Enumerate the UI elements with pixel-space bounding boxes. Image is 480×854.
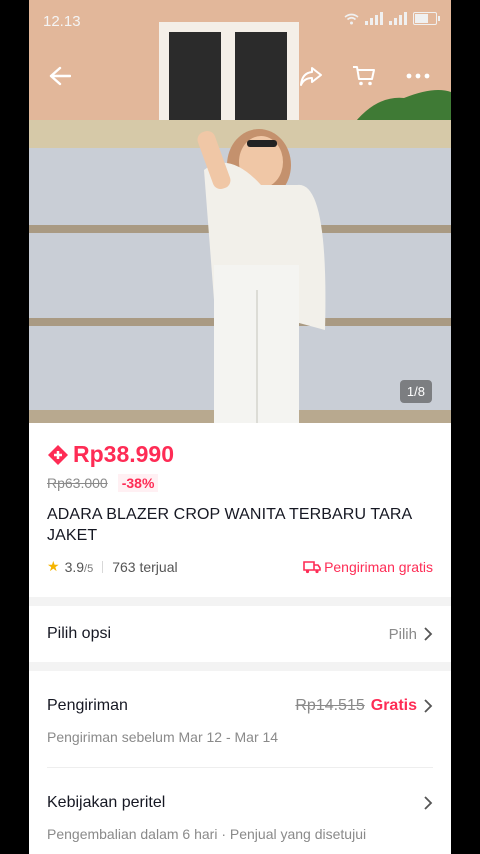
- more-icon: [406, 73, 430, 79]
- wifi-icon: [344, 13, 359, 24]
- back-button[interactable]: [40, 56, 80, 96]
- share-button[interactable]: [291, 56, 331, 96]
- free-shipping-label: Pengiriman gratis: [324, 558, 433, 575]
- shipping-estimate: Pengiriman sebelum Mar 12 - Mar 14: [47, 729, 433, 768]
- signal-icon-2: [389, 12, 407, 25]
- chevron-right-icon: [424, 796, 433, 810]
- section-gap: [29, 597, 451, 606]
- options-label: Pilih opsi: [47, 625, 112, 642]
- discount-badge: -38%: [117, 474, 159, 492]
- price-section: Rp38.990 Rp63.000 -38% ADARA BLAZER CROP…: [29, 423, 451, 597]
- policy-label: Kebijakan peritel: [47, 794, 166, 811]
- back-arrow-icon: [49, 66, 71, 86]
- flash-sale-icon: [48, 444, 68, 465]
- sold-count: 763 terjual: [112, 558, 178, 575]
- product-rating: 3.9/5: [64, 558, 94, 575]
- chevron-right-icon: [424, 699, 433, 713]
- product-content: Rp38.990 Rp63.000 -38% ADARA BLAZER CROP…: [29, 423, 451, 854]
- shipping-old-fee: Rp14.515: [295, 697, 365, 714]
- original-price: Rp63.000: [47, 475, 108, 491]
- status-time: 12.13: [43, 13, 81, 30]
- battery-icon: [413, 12, 440, 25]
- status-icons: [344, 12, 440, 25]
- top-nav: [29, 56, 451, 96]
- divider: [102, 560, 104, 573]
- retailer-policy-row[interactable]: Kebijakan peritel Pengembalian dalam 6 h…: [29, 768, 451, 854]
- free-shipping-badge[interactable]: Pengiriman gratis: [303, 559, 433, 575]
- options-action: Pilih: [388, 625, 417, 643]
- truck-icon: [303, 560, 321, 573]
- shipping-row[interactable]: Pengiriman Rp14.515 Gratis Pengiriman se…: [29, 671, 451, 768]
- select-options-row[interactable]: Pilih opsi Pilih: [29, 606, 451, 662]
- share-icon: [300, 67, 322, 86]
- product-detail-screen: 12.13 1/8 Rp38.990 Rp63.000 -38% ADARA B…: [29, 0, 451, 854]
- product-price: Rp38.990: [73, 441, 175, 467]
- star-icon: ★: [47, 558, 60, 574]
- more-button[interactable]: [398, 56, 438, 96]
- status-bar: 12.13: [29, 0, 451, 40]
- signal-icon: [365, 12, 383, 25]
- cart-button[interactable]: [344, 56, 384, 96]
- shipping-label: Pengiriman: [47, 697, 128, 714]
- section-gap-2: [29, 662, 451, 671]
- image-counter: 1/8: [399, 380, 432, 403]
- product-title: ADARA BLAZER CROP WANITA TERBARU TARA JA…: [47, 506, 412, 544]
- cart-icon: [353, 66, 375, 86]
- shipping-fee: Gratis: [370, 697, 417, 714]
- chevron-right-icon: [424, 627, 433, 641]
- policy-detail: Pengembalian dalam 6 hari · Penjual yang…: [47, 826, 367, 842]
